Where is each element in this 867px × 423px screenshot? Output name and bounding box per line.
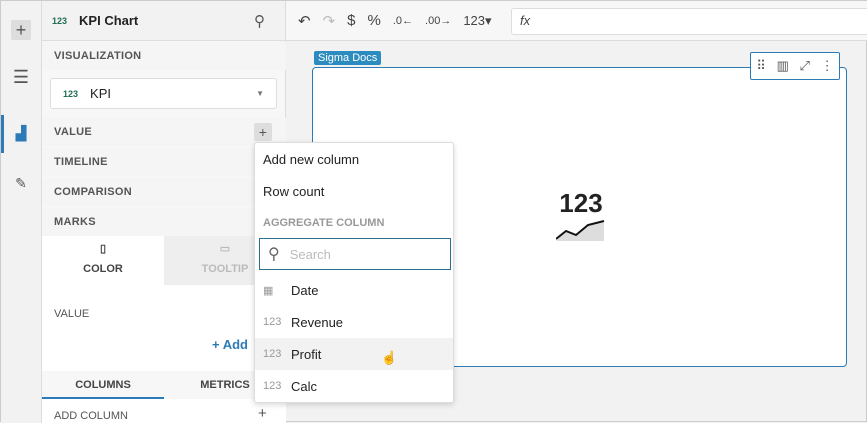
search-placeholder: Search xyxy=(289,246,331,262)
add-icon[interactable]: + xyxy=(11,20,31,40)
card-toolbar: ⠿ ▥ ⤢ ⋮ xyxy=(750,52,840,80)
left-rail: + ☰ ▟ ✎ xyxy=(1,1,42,423)
add-column-label: ADD COLUMN xyxy=(54,410,128,422)
column-label: Profit xyxy=(291,346,322,362)
number-format-dropdown[interactable]: 123▾ xyxy=(463,13,491,29)
panel-header: 123 KPI Chart ⚲ xyxy=(42,1,285,41)
expand-icon[interactable]: ⤢ xyxy=(800,58,810,74)
paint-icon[interactable]: ✎ xyxy=(11,173,31,193)
number-icon: 123 xyxy=(263,316,282,328)
section-value[interactable]: VALUE + xyxy=(42,118,286,146)
active-indicator xyxy=(1,115,4,153)
column-item-profit[interactable]: 123 Profit ☝ xyxy=(255,338,453,370)
section-marks[interactable]: MARKS xyxy=(42,208,286,236)
undo-icon[interactable]: ↶ xyxy=(298,12,311,30)
editor-panel: 123 KPI Chart ⚲ VISUALIZATION 123 KPI ▼ … xyxy=(42,1,286,423)
increase-decimal-icon[interactable]: .00→ xyxy=(425,15,451,27)
section-timeline[interactable]: TIMELINE xyxy=(42,148,286,176)
number-icon: 123 xyxy=(263,348,282,360)
add-value-button[interactable]: + xyxy=(254,123,272,141)
column-item-calc[interactable]: 123 Calc xyxy=(255,370,453,402)
search-icon: ⚲ xyxy=(268,246,280,263)
add-chart-icon[interactable]: ▥ xyxy=(777,58,789,74)
formula-bar[interactable]: fx xyxy=(511,8,867,35)
trend-icon xyxy=(555,220,605,241)
add-link[interactable]: + Add xyxy=(212,337,248,352)
tab-label: COLOR xyxy=(83,263,123,275)
drag-handle-icon[interactable]: ⠿ xyxy=(756,58,766,74)
kpi-value: 123 xyxy=(559,188,603,218)
calendar-icon: ▦ xyxy=(263,284,274,297)
value-label: VALUE xyxy=(54,308,90,320)
menu-item-add-new-column[interactable]: Add new column xyxy=(255,143,453,175)
column-label: Calc xyxy=(291,378,318,394)
tab-color[interactable]: ▯ COLOR xyxy=(42,236,164,285)
column-search-input[interactable]: ⚲ Search xyxy=(259,238,451,270)
percent-icon[interactable]: % xyxy=(368,12,381,29)
panel-title: KPI Chart xyxy=(79,13,139,28)
menu-item-row-count[interactable]: Row count xyxy=(255,175,453,207)
number-icon: 123 xyxy=(263,380,282,392)
chevron-down-icon: ▼ xyxy=(256,89,264,98)
chart-icon[interactable]: ▟ xyxy=(11,123,31,143)
toolbar: ↶ ↷ $ % .0← .00→ 123▾ fx xyxy=(286,1,867,41)
aggregate-section-label: AGGREGATE COLUMN xyxy=(263,217,385,229)
visualization-select[interactable]: 123 KPI ▼ xyxy=(50,78,277,109)
format-label: 123 xyxy=(463,12,486,28)
column-label: Date xyxy=(291,282,319,298)
kpi-icon: 123 xyxy=(63,88,79,99)
more-icon[interactable]: ⋮ xyxy=(821,58,834,74)
column-item-revenue[interactable]: 123 Revenue xyxy=(255,306,453,338)
outline-icon[interactable]: ☰ xyxy=(11,67,31,87)
kpi-icon: 123 xyxy=(52,15,68,26)
page-tag: Sigma Docs xyxy=(314,51,382,65)
add-column-button[interactable]: + xyxy=(258,405,267,422)
add-column-menu: Add new column Row count AGGREGATE COLUM… xyxy=(254,142,454,403)
visualization-label: VISUALIZATION xyxy=(42,42,286,70)
decrease-decimal-icon[interactable]: .0← xyxy=(393,15,413,27)
kpi-placeholder: 123 xyxy=(555,188,606,246)
section-comparison[interactable]: COMPARISON xyxy=(42,178,286,206)
redo-icon[interactable]: ↷ xyxy=(323,12,336,30)
column-item-date[interactable]: ▦ Date xyxy=(255,274,453,306)
column-label: Revenue xyxy=(291,314,344,330)
section-label: VALUE xyxy=(54,126,92,138)
search-icon[interactable]: ⚲ xyxy=(254,12,265,30)
currency-icon[interactable]: $ xyxy=(347,12,355,29)
hand-cursor-icon: ☝ xyxy=(381,350,398,365)
viz-selected: KPI xyxy=(90,86,111,101)
tab-columns[interactable]: COLUMNS xyxy=(42,371,164,399)
paint-roller-icon: ▯ xyxy=(99,243,107,255)
fx-icon: fx xyxy=(520,13,531,28)
